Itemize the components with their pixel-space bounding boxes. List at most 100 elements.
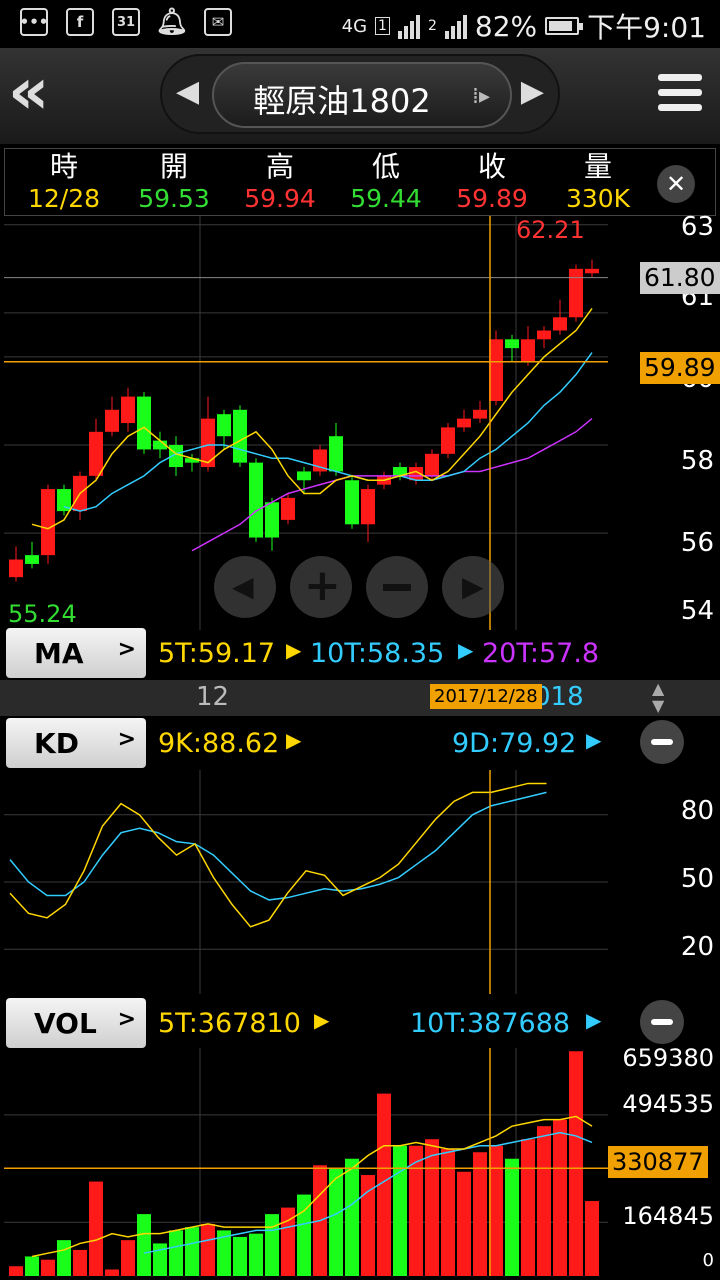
volume-bar [329,1168,343,1276]
candle-body [121,396,135,423]
back-icon[interactable]: « [8,60,78,126]
facebook-icon: f [66,8,94,36]
cursor-volume-tag: 330877 [608,1146,708,1178]
network-type: 4G [341,15,368,37]
volume-bar [345,1158,359,1276]
status-bar: ••• f 31 🔔︎ ✉ 4G 1 2 82% 下午9:01 [0,0,720,48]
candle-body [553,317,567,331]
ma5-value: 5T:59.17 [158,638,276,669]
volume-bar [137,1214,151,1276]
volume-bar [361,1175,375,1276]
volume-bar [521,1139,535,1276]
volume-bar [169,1230,183,1276]
ma-button-label: MA [34,637,84,670]
resize-handle-icon[interactable]: ▲ ▼ [652,680,664,714]
volume-bar [585,1201,599,1276]
volume-bar [41,1259,55,1276]
scroll-left-button[interactable]: ◀ [214,556,276,618]
collapse-vol-icon[interactable] [640,1000,684,1044]
candle-body [569,268,583,318]
prev-symbol-icon[interactable]: ◀ [176,74,199,109]
clock: 下午9:01 [587,11,706,44]
quote-value-high: 59.94 [244,184,316,213]
zoom-in-button[interactable]: + [290,556,352,618]
next-symbol-icon[interactable]: ▶ [521,74,544,109]
candle-body [297,471,311,481]
sim1-label: 1 [375,17,390,35]
calendar-icon: 31 [112,8,140,36]
candle-body [425,453,439,476]
volume-bar [393,1145,407,1276]
vol-tick: 659380 [622,1044,714,1072]
zoom-out-button[interactable] [366,556,428,618]
vol-indicator-button[interactable]: VOL > [6,998,146,1048]
symbol-switcher: ◀ 輕原油1802 ⁞▸ ▶ [160,54,560,134]
menu-icon[interactable] [658,74,702,118]
candle-body [345,480,359,525]
ma10-value: 10T:58.35 [310,638,445,669]
sim2-label: 2 [427,18,437,34]
candle-body [9,559,23,578]
high-label: 62.21 [516,216,585,244]
volume-bar [553,1119,567,1276]
candle-body [281,497,295,520]
volume-bar [73,1249,87,1276]
date-axis: 12 018 2017/12/28 ▲ ▼ [0,680,720,716]
quote-value-open: 59.53 [138,184,210,213]
vol10-value: 10T:387688 [410,1008,571,1039]
candle-body [441,427,455,454]
drag-handle-icon[interactable]: ⁞▸ [472,84,490,109]
kd-indicator-button[interactable]: KD > [6,718,146,768]
right-icon: ▶ [462,570,484,603]
volume-chart[interactable] [4,1048,608,1276]
bell-icon: 🔔︎ [155,7,189,37]
candle-body [361,489,375,525]
candle-body [105,409,119,432]
volume-bar [9,1266,23,1276]
candle-body [457,418,471,428]
volume-bar [569,1051,583,1276]
quote-header-close: 收 [477,150,506,183]
candle-body [201,418,215,468]
quote-header-low: 低 [371,150,400,183]
scroll-right-button[interactable]: ▶ [442,556,504,618]
kd-k-line [9,782,547,928]
vol5-value: 5T:367810 [158,1008,301,1039]
kd-d-line [9,791,547,901]
chevron-right-icon: > [117,637,136,662]
volume-bar [505,1158,519,1276]
volume-bar [89,1181,103,1276]
quote-header-volume: 量 [583,150,612,183]
quote-header-time: 時 [49,150,78,183]
quote-value-close: 59.89 [456,184,528,213]
price-tick: 63 [680,212,714,242]
vol10-arrow-icon: ▶ [586,1008,602,1032]
quote-header-high: 高 [265,150,294,183]
left-icon: ◀ [232,570,254,603]
ma-indicator-button[interactable]: MA > [6,628,146,678]
volume-bar [249,1233,263,1276]
candle-body [585,268,599,274]
candle-body [41,489,55,556]
volume-bar [489,1145,503,1276]
volume-bar [425,1139,439,1276]
vol-tick: 494535 [622,1090,714,1118]
candle-body [505,339,519,349]
battery-percent: 82% [474,9,538,43]
kd-chart[interactable] [4,770,608,994]
volume-bar [537,1126,551,1276]
price-tick: 56 [680,528,714,558]
candle-body [521,339,535,362]
close-icon[interactable]: ✕ [657,165,695,203]
cursor-date-tag: 2017/12/28 [430,684,542,709]
collapse-kd-icon[interactable] [640,720,684,764]
kd-k-value: 9K:88.62 [158,728,280,759]
volume-bar [233,1236,247,1276]
volume-bar [185,1227,199,1276]
vol-tick: 0 [702,1250,714,1271]
notification-icon: ••• [20,8,48,36]
minus-icon [383,584,411,591]
candle-body [329,436,343,472]
candle-body [233,409,247,463]
symbol-title-button[interactable]: 輕原油1802 ⁞▸ [212,62,512,128]
